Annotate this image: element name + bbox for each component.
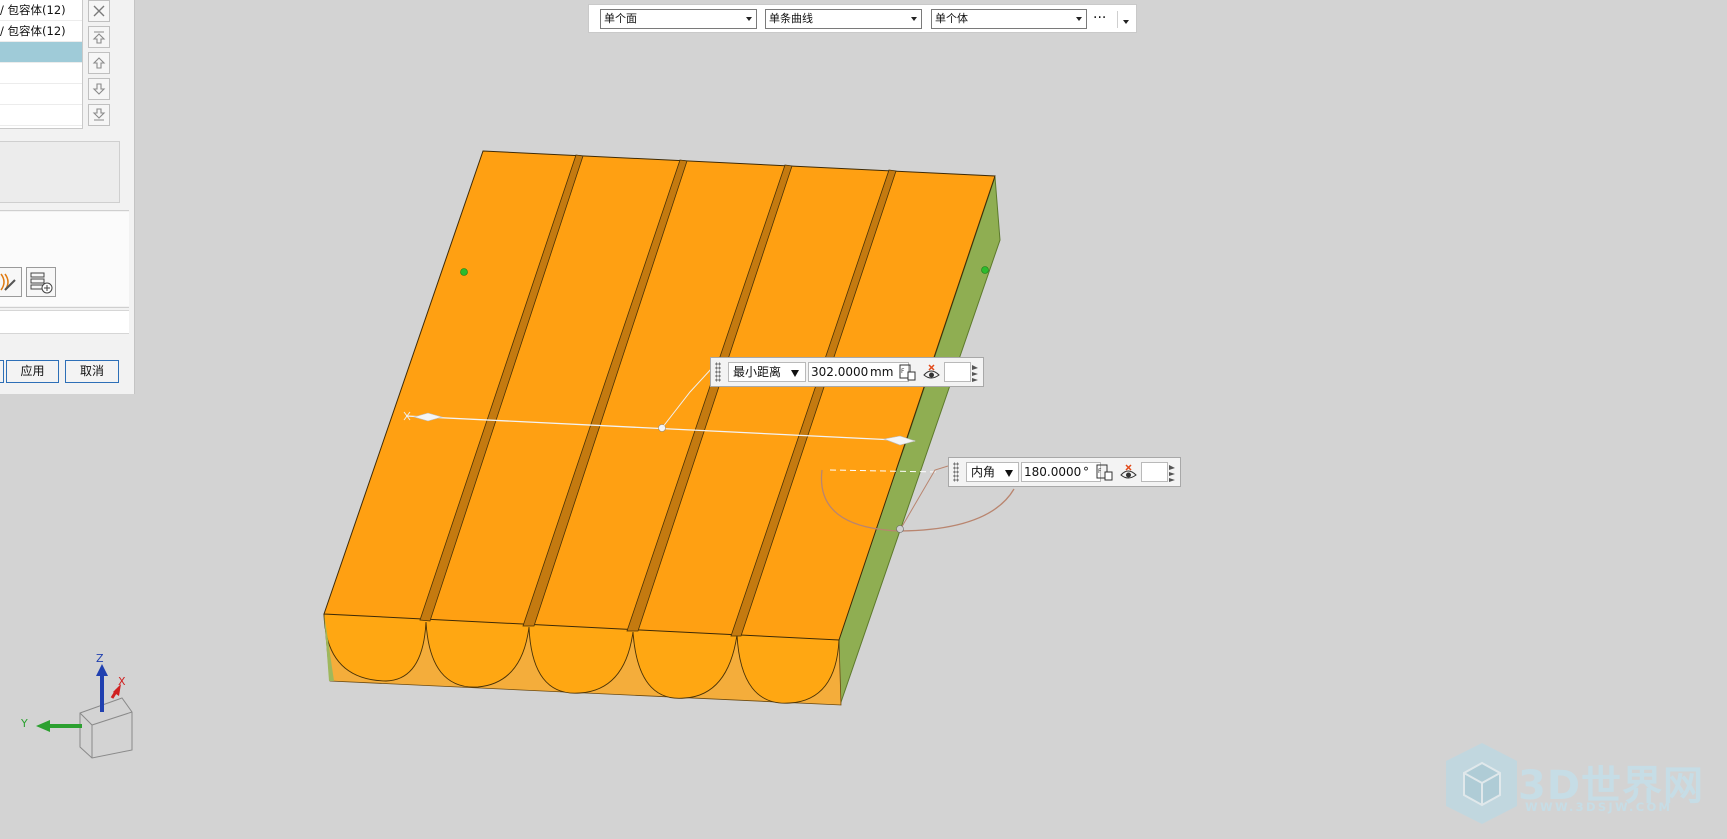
- formula-icon[interactable]: F: [1096, 464, 1113, 481]
- expand-arrows-icon[interactable]: [971, 362, 979, 384]
- move-up-icon: [92, 57, 106, 69]
- watermark-subtitle: WWW.3DSJW.COM: [1525, 800, 1673, 814]
- cancel-button[interactable]: 取消: [65, 360, 119, 383]
- chevron-down-icon: [911, 17, 917, 21]
- chevron-down-icon: [1076, 17, 1082, 21]
- angle-extra-field[interactable]: [1141, 462, 1168, 482]
- expression-field[interactable]: [0, 310, 129, 334]
- list-item[interactable]: / 包容体(12): [0, 0, 82, 21]
- graphics-window[interactable]: Z X Y 3D世界网 WWW.3DSJW.COM: [0, 0, 1727, 839]
- list-item[interactable]: / 包容体(12): [0, 21, 82, 42]
- distance-unit: mm: [870, 365, 894, 379]
- move-to-top-icon: [92, 31, 106, 44]
- chevron-down-icon: [746, 17, 752, 21]
- distance-extra-field[interactable]: [944, 362, 971, 382]
- angle-mode-label: 内角: [971, 465, 996, 479]
- expand-arrows-icon[interactable]: [1168, 462, 1176, 484]
- more-options-button[interactable]: ···: [1093, 9, 1106, 27]
- move-to-bottom-icon: [92, 108, 106, 121]
- remove-button[interactable]: [88, 0, 110, 22]
- info-group: [0, 141, 120, 203]
- move-down-button[interactable]: [88, 78, 110, 100]
- angle-input-box: 内角 180.0000 ° F: [948, 457, 1181, 487]
- angle-value: 180.0000: [1024, 465, 1082, 479]
- chevron-down-icon: [791, 370, 799, 377]
- svg-text:F: F: [1098, 468, 1102, 475]
- triad-z-label: Z: [96, 652, 104, 665]
- distance-mode-label: 最小距离: [733, 365, 782, 379]
- list-item[interactable]: [0, 63, 82, 84]
- list-item-selected[interactable]: [0, 42, 82, 63]
- close-icon: [93, 5, 105, 17]
- body-filter-value: 单个体: [935, 12, 968, 25]
- drag-handle[interactable]: [953, 462, 959, 482]
- face-filter-select[interactable]: 单个面: [600, 9, 757, 29]
- model-view[interactable]: [0, 0, 1727, 839]
- triad-y-label: Y: [21, 717, 28, 730]
- face-filter-value: 单个面: [604, 12, 637, 25]
- apply-button[interactable]: 应用: [6, 360, 59, 383]
- distance-input-box: 最小距离 302.0000 mm F: [710, 357, 984, 387]
- visibility-icon[interactable]: [1120, 464, 1137, 481]
- ok-button[interactable]: [0, 360, 4, 383]
- selection-filter-bar: 单个面 单条曲线 单个体 ···: [588, 4, 1137, 33]
- move-up-button[interactable]: [88, 52, 110, 74]
- move-to-bottom-button[interactable]: [88, 104, 110, 126]
- angle-unit: °: [1083, 465, 1089, 479]
- measure-dialog: / 包容体(12) / 包容体(12) 应用 取消: [0, 0, 135, 394]
- chevron-down-icon: [1005, 470, 1013, 477]
- list-item[interactable]: [0, 105, 82, 126]
- add-list-button[interactable]: [26, 267, 56, 297]
- selection-list[interactable]: / 包容体(12) / 包容体(12): [0, 0, 83, 129]
- watermark-logo: [1446, 743, 1517, 824]
- distance-value: 302.0000: [811, 365, 869, 379]
- toolbar-options-icon[interactable]: [1123, 20, 1129, 24]
- measure-brush-button[interactable]: [0, 267, 22, 297]
- curve-filter-select[interactable]: 单条曲线: [765, 9, 922, 29]
- visibility-icon[interactable]: [923, 364, 940, 381]
- list-item[interactable]: [0, 84, 82, 105]
- drag-handle[interactable]: [715, 362, 721, 382]
- svg-text:F: F: [901, 368, 905, 375]
- formula-icon[interactable]: F: [899, 364, 916, 381]
- curve-filter-value: 单条曲线: [769, 12, 813, 25]
- move-to-top-button[interactable]: [88, 26, 110, 48]
- move-down-icon: [92, 83, 106, 95]
- add-list-icon: [30, 272, 53, 294]
- measure-brush-icon: [0, 273, 16, 291]
- triad-x-label: X: [118, 675, 126, 688]
- body-filter-select[interactable]: 单个体: [931, 9, 1087, 29]
